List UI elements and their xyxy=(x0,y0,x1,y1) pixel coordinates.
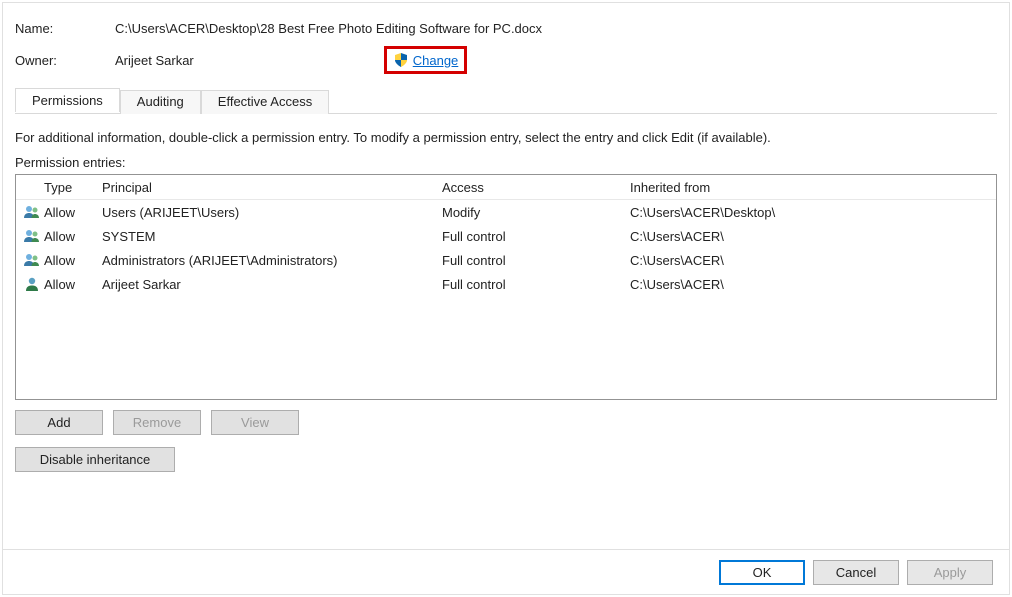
cell-type: Allow xyxy=(44,205,102,220)
cancel-button[interactable]: Cancel xyxy=(813,560,899,585)
ok-button[interactable]: OK xyxy=(719,560,805,585)
cell-type: Allow xyxy=(44,277,102,292)
disable-inheritance-button[interactable]: Disable inheritance xyxy=(15,447,175,472)
remove-button[interactable]: Remove xyxy=(113,410,201,435)
cell-inherited: C:\Users\ACER\Desktop\ xyxy=(630,205,996,220)
view-button[interactable]: View xyxy=(211,410,299,435)
person-icon xyxy=(20,276,44,292)
owner-label: Owner: xyxy=(15,53,115,68)
cell-access: Modify xyxy=(442,205,630,220)
dialog-footer: OK Cancel Apply xyxy=(3,549,1009,594)
cell-access: Full control xyxy=(442,277,630,292)
permission-entries-label: Permission entries: xyxy=(15,155,997,170)
name-value: C:\Users\ACER\Desktop\28 Best Free Photo… xyxy=(115,21,542,36)
cell-type: Allow xyxy=(44,229,102,244)
cell-inherited: C:\Users\ACER\ xyxy=(630,229,996,244)
advanced-security-window: Name: C:\Users\ACER\Desktop\28 Best Free… xyxy=(2,2,1010,595)
change-owner-link[interactable]: Change xyxy=(413,53,459,68)
table-row[interactable]: AllowAdministrators (ARIJEET\Administrat… xyxy=(16,248,996,272)
col-header-access[interactable]: Access xyxy=(442,180,630,195)
tab-permissions-label: Permissions xyxy=(32,93,103,108)
people-icon xyxy=(20,252,44,268)
add-button[interactable]: Add xyxy=(15,410,103,435)
cell-inherited: C:\Users\ACER\ xyxy=(630,277,996,292)
tab-permissions[interactable]: Permissions xyxy=(15,88,120,112)
name-label: Name: xyxy=(15,21,115,36)
owner-value: Arijeet Sarkar xyxy=(115,53,194,68)
cell-inherited: C:\Users\ACER\ xyxy=(630,253,996,268)
cell-access: Full control xyxy=(442,229,630,244)
apply-button[interactable]: Apply xyxy=(907,560,993,585)
cell-principal: Users (ARIJEET\Users) xyxy=(102,205,442,220)
cell-type: Allow xyxy=(44,253,102,268)
cell-access: Full control xyxy=(442,253,630,268)
col-header-type[interactable]: Type xyxy=(44,180,102,195)
tab-effective-access[interactable]: Effective Access xyxy=(201,90,329,114)
cell-principal: SYSTEM xyxy=(102,229,442,244)
table-row[interactable]: AllowArijeet SarkarFull controlC:\Users\… xyxy=(16,272,996,296)
people-icon xyxy=(20,228,44,244)
tab-effective-label: Effective Access xyxy=(218,94,312,109)
tab-auditing-label: Auditing xyxy=(137,94,184,109)
col-header-principal[interactable]: Principal xyxy=(102,180,442,195)
permission-entries-grid[interactable]: Type Principal Access Inherited from All… xyxy=(15,174,997,400)
people-icon xyxy=(20,204,44,220)
tabs: Permissions Auditing Effective Access xyxy=(15,88,997,112)
instructions-text: For additional information, double-click… xyxy=(15,130,997,145)
uac-shield-icon xyxy=(393,52,409,68)
cell-principal: Administrators (ARIJEET\Administrators) xyxy=(102,253,442,268)
tab-auditing[interactable]: Auditing xyxy=(120,90,201,114)
table-row[interactable]: AllowSYSTEMFull controlC:\Users\ACER\ xyxy=(16,224,996,248)
table-row[interactable]: AllowUsers (ARIJEET\Users)ModifyC:\Users… xyxy=(16,200,996,224)
col-header-inherited[interactable]: Inherited from xyxy=(630,180,996,195)
change-owner-highlight: Change xyxy=(384,46,468,74)
cell-principal: Arijeet Sarkar xyxy=(102,277,442,292)
